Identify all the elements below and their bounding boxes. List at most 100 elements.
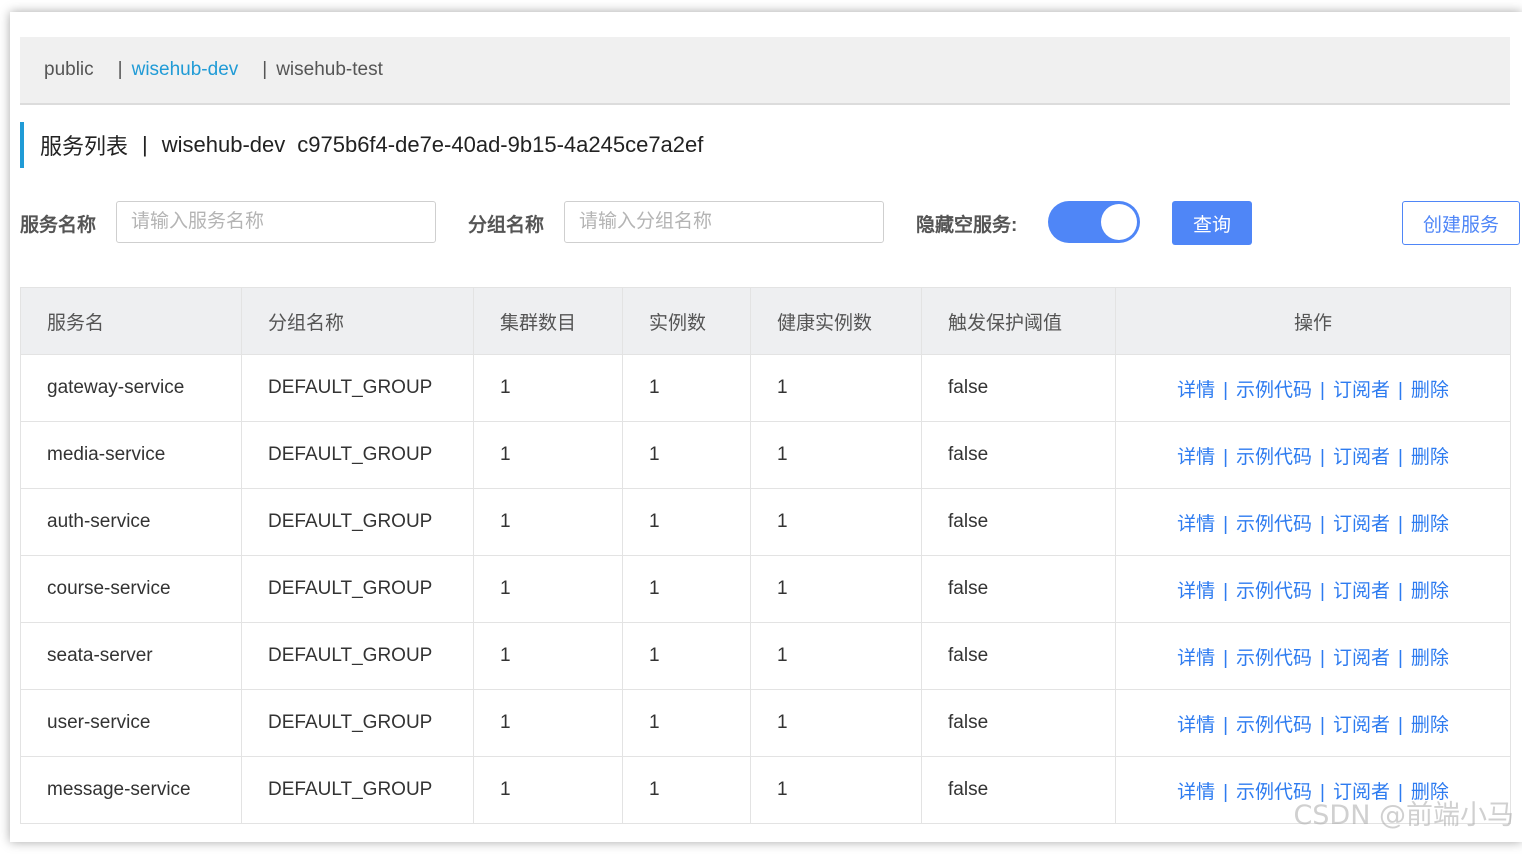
title-namespace: wisehub-dev bbox=[161, 132, 286, 157]
delete-link[interactable]: 删除 bbox=[1411, 380, 1449, 401]
table-row: gateway-service DEFAULT_GROUP 1 1 1 false 详情 | 示… bbox=[20, 354, 1511, 422]
watermark: CSDN @前端小马 bbox=[1293, 800, 1514, 831]
healthy-instance-count-cell: 1 bbox=[750, 622, 922, 690]
namespace-separator: | bbox=[117, 59, 123, 80]
service-name-input[interactable] bbox=[116, 201, 436, 243]
cluster-count-cell: 1 bbox=[473, 354, 623, 422]
delete-link[interactable]: 删除 bbox=[1411, 648, 1449, 669]
column-header-protect-threshold: 触发保护阈值 bbox=[921, 287, 1116, 355]
detail-link[interactable]: 详情 bbox=[1177, 648, 1215, 669]
delete-link[interactable]: 删除 bbox=[1411, 581, 1449, 602]
group-name-cell: DEFAULT_GROUP bbox=[241, 622, 474, 690]
hide-empty-toggle[interactable] bbox=[1048, 201, 1140, 243]
group-name-cell: DEFAULT_GROUP bbox=[241, 421, 474, 489]
subscribers-link[interactable]: 订阅者 bbox=[1333, 581, 1390, 602]
actions-cell: 详情 | 示例代码 | 订阅者 | 删除 bbox=[1115, 555, 1511, 623]
hide-empty-label: 隐藏空服务: bbox=[916, 214, 1018, 236]
service-name-cell: auth-service bbox=[20, 488, 242, 556]
actions-cell: 详情 | 示例代码 | 订阅者 | 删除 bbox=[1115, 421, 1511, 489]
actions-cell: 详情 | 示例代码 | 订阅者 | 删除 bbox=[1115, 488, 1511, 556]
service-name-label: 服务名称 bbox=[20, 214, 97, 236]
namespace-tab-wisehub-test[interactable]: wisehub-test bbox=[276, 59, 383, 81]
group-name-label: 分组名称 bbox=[468, 214, 545, 236]
cluster-count-cell: 1 bbox=[473, 622, 623, 690]
table-row: message-service DEFAULT_GROUP 1 1 1 false 详情 | 示… bbox=[20, 756, 1511, 824]
action-separator: | bbox=[1223, 379, 1229, 401]
subscribers-link[interactable]: 订阅者 bbox=[1333, 715, 1390, 736]
action-separator: | bbox=[1397, 714, 1403, 736]
healthy-instance-count-cell: 1 bbox=[750, 555, 922, 623]
group-name-cell: DEFAULT_GROUP bbox=[241, 689, 474, 757]
action-separator: | bbox=[1223, 647, 1229, 669]
action-separator: | bbox=[1320, 446, 1325, 468]
column-header-actions: 操作 bbox=[1115, 287, 1511, 355]
instance-count-cell: 1 bbox=[622, 421, 751, 489]
column-header-instance-count: 实例数 bbox=[622, 287, 751, 355]
sample-code-link[interactable]: 示例代码 bbox=[1236, 447, 1312, 468]
detail-link[interactable]: 详情 bbox=[1177, 514, 1215, 535]
service-table: 服务名 分组名称 集群数目 实例数 健康实例数 触发保护阈值 操作 gatewa… bbox=[20, 287, 1511, 824]
namespace-tab-public[interactable]: public bbox=[44, 59, 94, 81]
group-name-cell: DEFAULT_GROUP bbox=[241, 756, 474, 824]
query-button[interactable]: 查询 bbox=[1172, 201, 1252, 245]
sample-code-link[interactable]: 示例代码 bbox=[1236, 648, 1312, 669]
service-name-cell: gateway-service bbox=[20, 354, 242, 422]
group-name-input[interactable] bbox=[564, 201, 884, 243]
service-name-cell: course-service bbox=[20, 555, 242, 623]
healthy-instance-count-cell: 1 bbox=[750, 354, 922, 422]
action-separator: | bbox=[1223, 781, 1229, 803]
page-title: 服务列表 | wisehub-dev c975b6f4-de7e-40ad-9b… bbox=[20, 122, 703, 168]
table-row: seata-server DEFAULT_GROUP 1 1 1 false 详情 | 示例代码… bbox=[20, 622, 1511, 690]
filter-row: 服务名称 分组名称 隐藏空服务: 查询 创建服务 bbox=[20, 200, 1520, 246]
action-separator: | bbox=[1223, 446, 1229, 468]
healthy-instance-count-cell: 1 bbox=[750, 421, 922, 489]
instance-count-cell: 1 bbox=[622, 354, 751, 422]
subscribers-link[interactable]: 订阅者 bbox=[1333, 648, 1390, 669]
create-service-button[interactable]: 创建服务 bbox=[1402, 201, 1520, 245]
detail-link[interactable]: 详情 bbox=[1177, 581, 1215, 602]
protect-threshold-cell: false bbox=[921, 555, 1116, 623]
cluster-count-cell: 1 bbox=[473, 555, 623, 623]
table-body: gateway-service DEFAULT_GROUP 1 1 1 false 详情 | 示… bbox=[20, 354, 1511, 824]
sample-code-link[interactable]: 示例代码 bbox=[1236, 715, 1312, 736]
delete-link[interactable]: 删除 bbox=[1411, 514, 1449, 535]
title-separator: | bbox=[142, 132, 148, 157]
healthy-instance-count-cell: 1 bbox=[750, 488, 922, 556]
delete-link[interactable]: 删除 bbox=[1411, 447, 1449, 468]
column-header-cluster-count: 集群数目 bbox=[473, 287, 623, 355]
namespace-tab-wisehub-dev[interactable]: wisehub-dev bbox=[132, 59, 239, 81]
actions-cell: 详情 | 示例代码 | 订阅者 | 删除 bbox=[1115, 689, 1511, 757]
detail-link[interactable]: 详情 bbox=[1177, 782, 1215, 803]
actions-cell: 详情 | 示例代码 | 订阅者 | 删除 bbox=[1115, 622, 1511, 690]
group-name-cell: DEFAULT_GROUP bbox=[241, 555, 474, 623]
table-row: course-service DEFAULT_GROUP 1 1 1 false 详情 | 示例… bbox=[20, 555, 1511, 623]
service-name-cell: media-service bbox=[20, 421, 242, 489]
table-row: media-service DEFAULT_GROUP 1 1 1 false 详情 | 示例代… bbox=[20, 421, 1511, 489]
column-header-service-name: 服务名 bbox=[20, 287, 242, 355]
cluster-count-cell: 1 bbox=[473, 488, 623, 556]
service-name-cell: user-service bbox=[20, 689, 242, 757]
namespace-separator: | bbox=[262, 59, 268, 80]
instance-count-cell: 1 bbox=[622, 756, 751, 824]
action-separator: | bbox=[1397, 446, 1403, 468]
action-separator: | bbox=[1397, 580, 1403, 602]
subscribers-link[interactable]: 订阅者 bbox=[1333, 380, 1390, 401]
sample-code-link[interactable]: 示例代码 bbox=[1236, 380, 1312, 401]
detail-link[interactable]: 详情 bbox=[1177, 715, 1215, 736]
instance-count-cell: 1 bbox=[622, 555, 751, 623]
detail-link[interactable]: 详情 bbox=[1177, 447, 1215, 468]
subscribers-link[interactable]: 订阅者 bbox=[1333, 514, 1390, 535]
cluster-count-cell: 1 bbox=[473, 756, 623, 824]
sample-code-link[interactable]: 示例代码 bbox=[1236, 514, 1312, 535]
subscribers-link[interactable]: 订阅者 bbox=[1333, 447, 1390, 468]
title-namespace-id: c975b6f4-de7e-40ad-9b15-4a245ce7a2ef bbox=[297, 132, 704, 157]
column-header-group-name: 分组名称 bbox=[241, 287, 474, 355]
protect-threshold-cell: false bbox=[921, 421, 1116, 489]
instance-count-cell: 1 bbox=[622, 622, 751, 690]
sample-code-link[interactable]: 示例代码 bbox=[1236, 581, 1312, 602]
detail-link[interactable]: 详情 bbox=[1177, 380, 1215, 401]
table-row: user-service DEFAULT_GROUP 1 1 1 false 详情 | 示例代码… bbox=[20, 689, 1511, 757]
action-separator: | bbox=[1320, 513, 1325, 535]
protect-threshold-cell: false bbox=[921, 354, 1116, 422]
delete-link[interactable]: 删除 bbox=[1411, 715, 1449, 736]
